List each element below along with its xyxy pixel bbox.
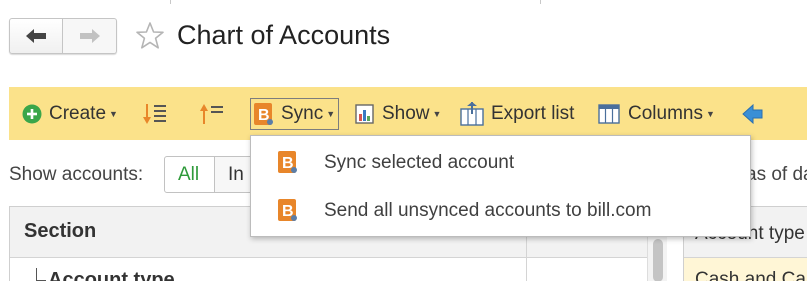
billcom-icon: B bbox=[278, 199, 297, 221]
top-tab-strip bbox=[0, 0, 807, 4]
tree-row-label: Account type bbox=[48, 269, 175, 281]
menu-item-send-all-unsynced[interactable]: B Send all unsynced accounts to bill.com bbox=[251, 187, 751, 235]
forward-button[interactable] bbox=[63, 18, 117, 54]
sort-descending-button[interactable] bbox=[143, 87, 167, 140]
show-accounts-filter: All In bbox=[164, 156, 255, 193]
create-button[interactable]: Create ▼ bbox=[22, 87, 118, 140]
arrow-left-icon bbox=[742, 103, 763, 124]
sync-dropdown-menu: B Sync selected account B Send all unsyn… bbox=[250, 135, 751, 237]
chevron-down-icon: ▼ bbox=[432, 108, 442, 119]
sort-descending-icon bbox=[143, 103, 166, 124]
page-title: Chart of Accounts bbox=[177, 20, 391, 50]
show-accounts-label: Show accounts: bbox=[9, 164, 144, 185]
menu-item-sync-selected-account[interactable]: B Sync selected account bbox=[251, 139, 751, 187]
chevron-down-icon: ▼ bbox=[109, 108, 118, 119]
arrow-right-icon bbox=[79, 29, 100, 43]
menu-item-label: Send all unsynced accounts to bill.com bbox=[324, 200, 652, 221]
navigation-buttons bbox=[9, 18, 117, 54]
as-of-date-label: as of da bbox=[746, 164, 807, 185]
chevron-down-icon: ▼ bbox=[326, 109, 336, 119]
columns-button[interactable]: Columns ▼ bbox=[598, 87, 715, 140]
tab-separator bbox=[540, 0, 541, 4]
billcom-icon: B bbox=[254, 103, 273, 125]
tree-row[interactable]: Account type bbox=[10, 258, 527, 281]
arrow-left-icon bbox=[26, 29, 46, 43]
columns-icon bbox=[598, 103, 620, 124]
previous-button[interactable] bbox=[742, 87, 764, 140]
sort-ascending-icon bbox=[200, 103, 223, 124]
billcom-icon: B bbox=[278, 151, 297, 173]
sync-label: Sync bbox=[281, 103, 324, 124]
chevron-down-icon: ▼ bbox=[705, 108, 715, 119]
export-icon bbox=[460, 101, 484, 126]
plus-circle-icon bbox=[22, 104, 42, 123]
show-button[interactable]: Show ▼ bbox=[355, 87, 441, 140]
scrollbar-thumb[interactable] bbox=[653, 239, 663, 281]
section-header-label: Section bbox=[24, 220, 97, 242]
command-bar: Create ▼ B Sync ▼ Show ▼ Export list Col… bbox=[9, 87, 807, 140]
table-row[interactable]: Cash and Ca bbox=[684, 258, 807, 281]
columns-label: Columns bbox=[628, 102, 703, 124]
create-label: Create bbox=[49, 102, 107, 124]
filter-option-all[interactable]: All bbox=[164, 156, 215, 193]
filter-option-in[interactable]: In bbox=[215, 156, 255, 193]
sort-ascending-button[interactable] bbox=[200, 87, 224, 140]
export-list-label: Export list bbox=[491, 102, 575, 124]
menu-item-label: Sync selected account bbox=[324, 152, 515, 173]
export-list-button[interactable]: Export list bbox=[460, 87, 574, 140]
table-cell: Cash and Ca bbox=[695, 269, 806, 281]
back-button[interactable] bbox=[9, 18, 63, 54]
report-icon bbox=[355, 103, 374, 124]
tab-separator bbox=[170, 0, 171, 4]
sync-button[interactable]: B Sync ▼ bbox=[250, 98, 340, 130]
star-outline-icon[interactable] bbox=[135, 21, 165, 51]
show-label: Show bbox=[382, 102, 430, 124]
